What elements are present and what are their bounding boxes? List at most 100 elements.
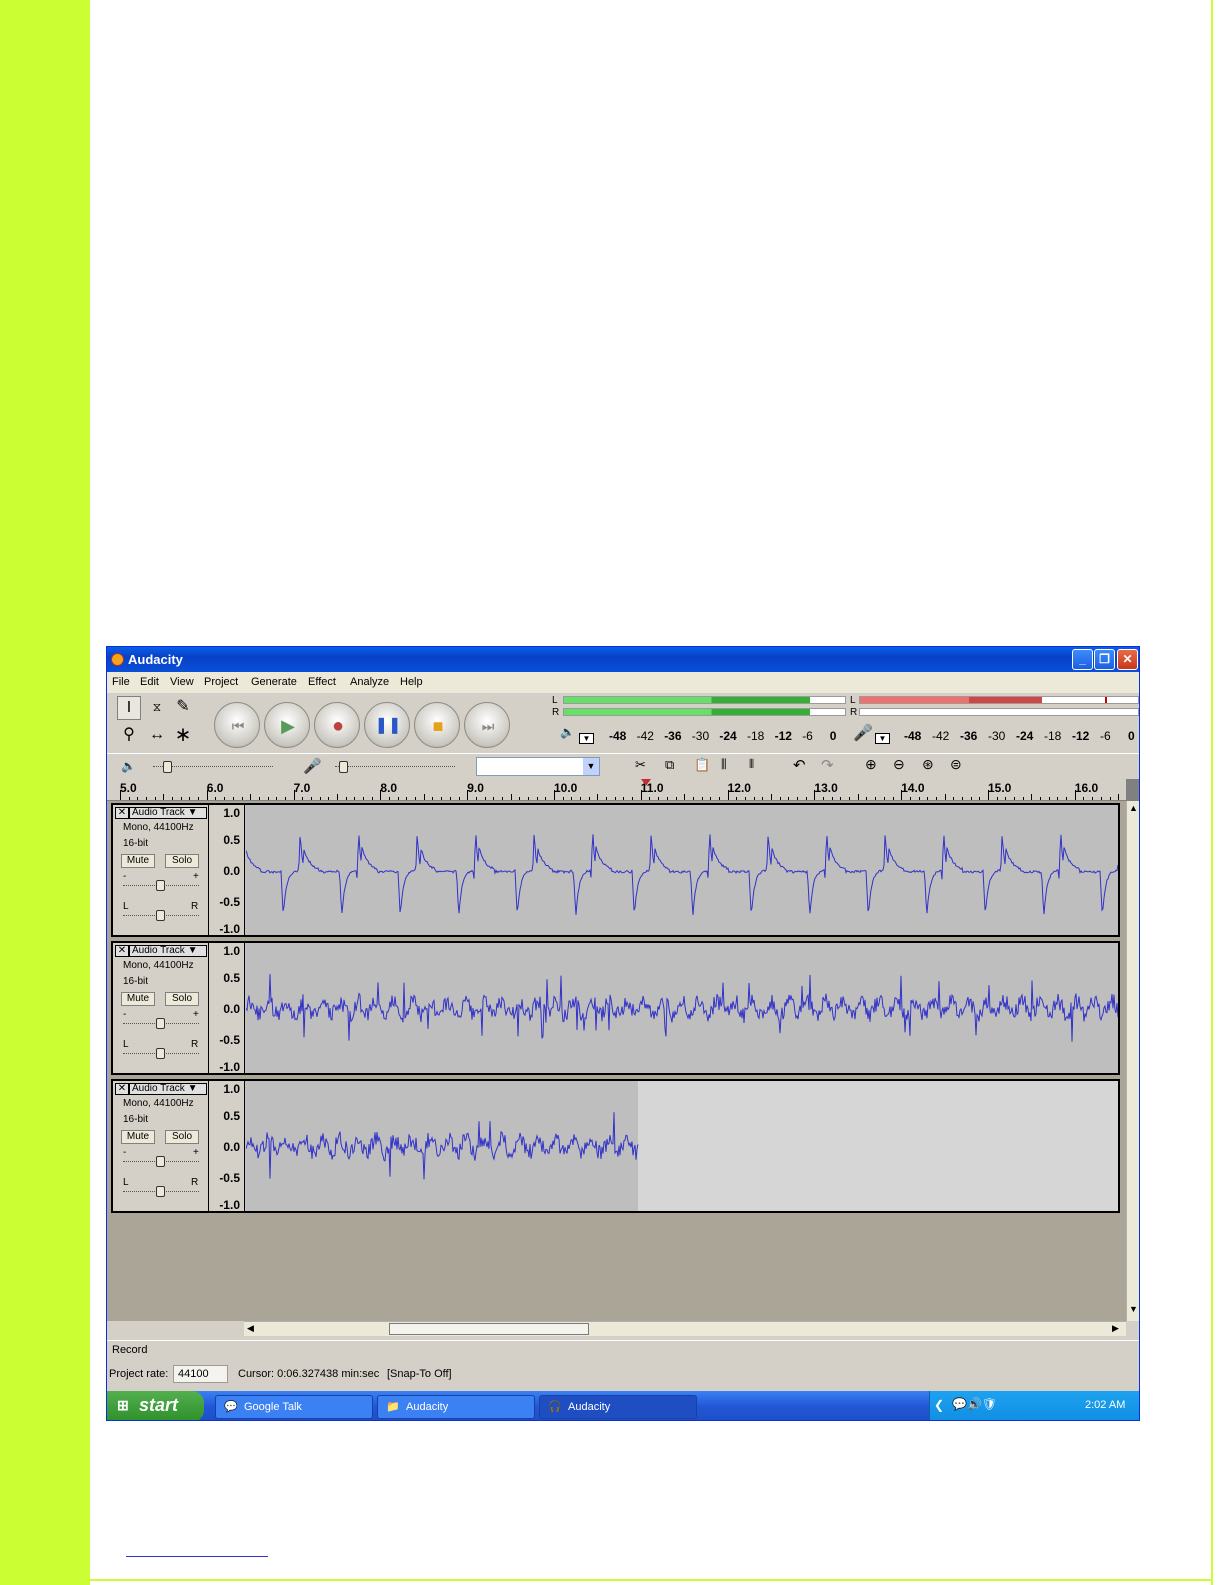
- close-button[interactable]: ✕: [1117, 649, 1138, 670]
- multi-tool-icon[interactable]: ∗: [171, 724, 195, 748]
- input-source-select[interactable]: ▼: [476, 757, 600, 776]
- zoom-out-icon[interactable]: ⊖: [893, 756, 905, 773]
- play-button[interactable]: ▶: [264, 702, 310, 748]
- track-2-solo-button[interactable]: Solo: [165, 992, 199, 1006]
- track-3-close-icon[interactable]: ✕: [115, 1083, 129, 1095]
- timeline-ruler[interactable]: 5.0 6.0 7.0 8.0 9.0 10.0 11.0 12.0 13.0 14.0 15.0 1…: [107, 779, 1139, 801]
- record-meter-l: [859, 696, 1139, 704]
- menu-project[interactable]: Project: [204, 676, 238, 688]
- track-2-pan-thumb[interactable]: [156, 1048, 165, 1059]
- silence-icon[interactable]: ⫴: [749, 757, 754, 772]
- track-3-waveform[interactable]: [246, 1081, 1118, 1211]
- ruler-tick: [823, 797, 825, 800]
- menu-effect[interactable]: Effect: [308, 676, 336, 688]
- draw-tool-icon[interactable]: ✎: [171, 696, 195, 720]
- playback-meter-menu-icon[interactable]: ▼: [579, 733, 594, 744]
- undo-icon[interactable]: ↶: [793, 756, 806, 774]
- ruler-tick: [788, 797, 790, 800]
- microphone-icon[interactable]: 🎤: [853, 723, 873, 743]
- track-1-close-icon[interactable]: ✕: [115, 807, 129, 819]
- ruler-tick: [710, 797, 712, 800]
- vertical-scrollbar[interactable]: ▲ ▼: [1126, 801, 1139, 1321]
- speaker-icon[interactable]: 🔈: [560, 725, 575, 739]
- footnote-link[interactable]: [126, 1556, 268, 1557]
- menu-file[interactable]: File: [112, 676, 130, 688]
- record-meter-menu-icon[interactable]: ▼: [875, 733, 890, 744]
- task-google-talk[interactable]: 💬 Google Talk: [215, 1395, 373, 1419]
- skip-start-button[interactable]: ⏮: [214, 702, 260, 748]
- fit-project-icon[interactable]: ⊜: [950, 756, 962, 773]
- scroll-left-icon[interactable]: ◀: [247, 1323, 254, 1334]
- track-3-mute-button[interactable]: Mute: [121, 1130, 155, 1144]
- output-volume-thumb[interactable]: [163, 761, 172, 773]
- track-1-waveform-plot: [245, 834, 1119, 915]
- ruler-tick: [371, 797, 373, 800]
- scroll-down-icon[interactable]: ▼: [1129, 1304, 1138, 1314]
- scroll-up-icon[interactable]: ▲: [1129, 803, 1138, 813]
- zoom-in-icon[interactable]: ⊕: [865, 756, 877, 773]
- track-2-mute-button[interactable]: Mute: [121, 992, 155, 1006]
- track-1-mute-button[interactable]: Mute: [121, 854, 155, 868]
- menu-help[interactable]: Help: [400, 676, 423, 688]
- zoom-tool-icon[interactable]: ⚲: [117, 724, 141, 748]
- audio-track-2[interactable]: ✕ Audio Track ▼ Mono, 44100Hz 16-bit Mut…: [111, 941, 1120, 1075]
- ruler-tick: [475, 797, 477, 800]
- left-color-bar: [0, 0, 90, 1585]
- record-button[interactable]: ●: [314, 702, 360, 748]
- start-button[interactable]: ⊞ start: [107, 1391, 204, 1420]
- horizontal-scrollbar[interactable]: ◀ ▶: [244, 1321, 1126, 1336]
- menu-generate[interactable]: Generate: [251, 676, 297, 688]
- output-volume-icon: 🔈: [121, 759, 136, 773]
- project-rate-input[interactable]: 44100: [173, 1365, 228, 1383]
- pause-button[interactable]: ❚❚: [364, 702, 410, 748]
- track-2-gain-thumb[interactable]: [156, 1018, 165, 1029]
- track-1-name-menu[interactable]: Audio Track ▼: [129, 807, 207, 819]
- track-3-scale-top: 1.0: [223, 1082, 240, 1096]
- task-audacity-folder[interactable]: 📁 Audacity: [377, 1395, 535, 1419]
- skip-end-button[interactable]: ⏭: [464, 702, 510, 748]
- ruler-tick: [406, 797, 408, 800]
- track-3-bits: 16-bit: [123, 1114, 149, 1125]
- track-3-gain-thumb[interactable]: [156, 1156, 165, 1167]
- paste-icon[interactable]: 📋: [694, 757, 710, 773]
- scroll-right-icon[interactable]: ▶: [1112, 1323, 1119, 1334]
- ruler-tick: [979, 797, 981, 800]
- restore-button[interactable]: ❐: [1094, 649, 1115, 670]
- track-1-solo-button[interactable]: Solo: [165, 854, 199, 868]
- timeshift-tool-icon[interactable]: ↔: [145, 724, 169, 748]
- track-1-pan-thumb[interactable]: [156, 910, 165, 921]
- task-audacity-app[interactable]: 🎧 Audacity: [539, 1395, 697, 1419]
- trim-icon[interactable]: ⫼: [721, 757, 727, 772]
- minimize-button[interactable]: _: [1072, 649, 1093, 670]
- track-2-waveform[interactable]: [245, 943, 1119, 1073]
- stop-button[interactable]: ■: [414, 702, 460, 748]
- menu-analyze[interactable]: Analyze: [350, 676, 389, 688]
- tray-expand-icon[interactable]: ❮: [934, 1398, 944, 1412]
- horizontal-scroll-thumb[interactable]: [389, 1323, 589, 1335]
- track-2-bits: 16-bit: [123, 976, 149, 987]
- play-icon: ▶: [281, 716, 295, 736]
- fit-selection-icon[interactable]: ⊛: [922, 756, 934, 773]
- track-1-waveform[interactable]: [245, 805, 1119, 935]
- input-volume-thumb[interactable]: [339, 761, 348, 773]
- audio-track-3[interactable]: ✕ Audio Track ▼ Mono, 44100Hz 16-bit Mut…: [111, 1079, 1120, 1213]
- track-3-solo-button[interactable]: Solo: [165, 1130, 199, 1144]
- input-volume-slider[interactable]: [335, 766, 455, 767]
- track-2-name-menu[interactable]: Audio Track ▼: [129, 945, 207, 957]
- track-3-name-menu[interactable]: Audio Track ▼: [129, 1083, 207, 1095]
- menu-view[interactable]: View: [170, 676, 194, 688]
- audio-track-1[interactable]: ✕ Audio Track ▼ Mono, 44100Hz 16-bit Mut…: [111, 803, 1120, 937]
- ruler-tick: [180, 797, 182, 800]
- cut-icon[interactable]: ✂: [635, 757, 646, 773]
- selection-tool-icon[interactable]: I: [117, 696, 141, 720]
- title-bar[interactable]: Audacity _ ❐ ✕: [107, 647, 1139, 672]
- redo-icon[interactable]: ↷: [821, 756, 834, 774]
- menu-edit[interactable]: Edit: [140, 676, 159, 688]
- track-2-close-icon[interactable]: ✕: [115, 945, 129, 957]
- track-1-menu-icon: ▼: [187, 807, 198, 818]
- envelope-tool-icon[interactable]: ⧖: [145, 696, 169, 720]
- copy-icon[interactable]: ⧉: [665, 757, 674, 773]
- tray-icons[interactable]: 💬🔊🛡: [952, 1397, 997, 1411]
- track-3-pan-thumb[interactable]: [156, 1186, 165, 1197]
- track-1-gain-thumb[interactable]: [156, 880, 165, 891]
